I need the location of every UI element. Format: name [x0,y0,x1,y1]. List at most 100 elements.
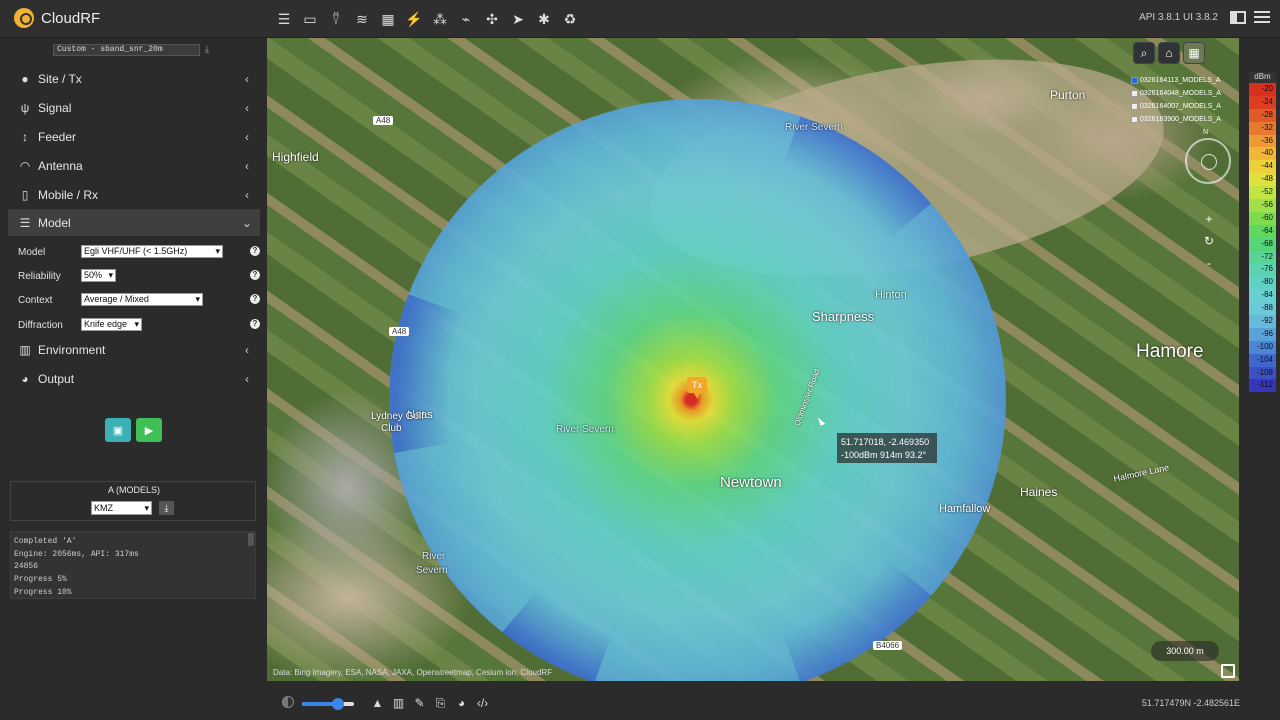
map-controls: ⌕ ⌂ ▦ ? [1133,42,1205,64]
legend-cell: -72 [1249,250,1276,264]
run-button[interactable]: ▶ [136,418,162,442]
basemap-picker-icon[interactable]: ▦ [1183,42,1205,64]
plane-icon[interactable]: ➤ [509,10,527,28]
layer-item[interactable]: 0326163900_MODELS_A [1131,113,1227,126]
api-version: API 3.8.1 UI 3.8.2 [1139,12,1218,23]
tower-icon[interactable]: ⍢ [327,10,345,28]
sidebar-item-antenna[interactable]: ◠ Antenna ‹ [0,152,265,179]
legend-cell: -100 [1249,340,1276,354]
fullscreen-icon[interactable] [1221,664,1235,678]
warning-icon[interactable]: ▲ [370,696,385,711]
road-badge-b4066: B4066 [873,641,903,650]
bolt-icon[interactable]: ⚡ [405,10,423,28]
zoom-out-icon[interactable]: - [1201,252,1217,274]
menu-icon[interactable]: ☰ [275,10,293,28]
map-label-newtown: Newtown [720,474,782,491]
sidebar-item-output[interactable]: ◕ Output ‹ [0,365,265,392]
model-select[interactable]: Egli VHF/UHF (< 1.5GHz) [81,245,223,258]
route-icon[interactable]: ⌁ [457,10,475,28]
compass-icon[interactable] [1185,138,1231,184]
sidebar-item-signal[interactable]: ψ Signal ‹ [0,94,265,121]
log-line: Engine: 2056ms, API: 317ms [14,549,139,559]
book-icon[interactable] [1230,11,1246,24]
checkbox-icon[interactable] [1131,103,1138,110]
code-icon[interactable]: ‹/› [475,696,490,711]
layer-item[interactable]: 0326164113_MODELS_A [1131,74,1227,87]
palette-icon[interactable]: ◕ [454,696,469,711]
slider-knob[interactable] [332,698,345,710]
sidebar-item-mobile-rx[interactable]: ▯ Mobile / Rx ‹ [0,181,265,208]
context-select[interactable]: Average / Mixed [81,293,203,306]
layer-name: 0326164113_MODELS_A [1140,77,1221,84]
checkbox-icon[interactable] [1131,116,1138,123]
map-view[interactable]: Highfield Purton River Severn Hinton Sha… [267,38,1239,681]
help-icon[interactable]: ? [250,270,260,280]
save-button[interactable]: ▣ [105,418,131,442]
sidebar-item-feeder[interactable]: ↕ Feeder ‹ [0,123,265,150]
legend-cell: -28 [1249,108,1276,122]
legend-cell: -20 [1249,83,1276,96]
checkbox-checked-icon[interactable] [1131,77,1138,84]
format-select[interactable]: KMZ [91,501,152,515]
diffraction-select[interactable]: Knife edge [81,318,142,331]
sidebar-item-site-tx[interactable]: ● Site / Tx ‹ [0,65,265,92]
checkbox-icon[interactable] [1131,90,1138,97]
help-icon[interactable]: ? [250,246,260,256]
search-icon[interactable]: ⌕ [1133,42,1155,64]
grid-icon[interactable]: ▦ [379,10,397,28]
reset-view-icon[interactable]: ↻ [1201,230,1217,252]
recycle-icon[interactable]: ♻ [561,10,579,28]
download-icon[interactable]: ⤓ [159,501,174,515]
zoom-in-icon[interactable]: + [1201,208,1217,230]
log-scrollbar[interactable] [248,533,254,546]
palette-icon: ◕ [21,371,29,386]
result-panel: A (MODELS) KMZ ⤓ [10,481,256,521]
model-label: Model [18,247,46,258]
file-export-icon[interactable]: ⎘ [433,696,448,711]
sidebar-item-model[interactable]: ☰ Model ⌄ [8,209,260,236]
sidebar: Custom - sband_snr_20m ⤓ ● Site / Tx ‹ ψ… [0,38,265,688]
pencil-icon[interactable]: ✎ [412,696,427,711]
satellite-icon[interactable]: ✱ [535,10,553,28]
preset-download-icon[interactable]: ⤓ [205,44,215,54]
tx-marker[interactable]: Tx [687,377,707,399]
cloudrf-logo-icon [14,8,34,28]
legend-cell: -44 [1249,160,1276,174]
building-icon[interactable]: ▥ [391,696,406,711]
legend-cell: -108 [1249,366,1276,380]
ruler-icon[interactable]: ▭ [301,10,319,28]
home-icon[interactable]: ⌂ [1158,42,1180,64]
help-icon[interactable]: ? [250,319,260,329]
contrast-icon[interactable] [282,696,294,708]
preset-select[interactable]: Custom - sband_snr_20m [53,44,200,56]
layer-item[interactable]: 0326164007_MODELS_A [1131,100,1227,113]
legend-cell: -96 [1249,327,1276,341]
map-label-hamore: Hamore [1136,341,1204,362]
map-label-club: Club [381,423,402,434]
sidebar-item-label: Feeder [38,129,77,144]
reliability-row: Reliability 50% ? [18,269,263,283]
chevron-left-icon: ‹ [245,158,249,173]
save-icon: ▣ [112,424,124,437]
signal-legend: dBm -20 -24 -28 -32 -36 -40 -44 -48 -52 -56 -60 -64… [1249,72,1276,393]
legend-cell: -24 [1249,95,1276,109]
sidebar-item-environment[interactable]: ▥ Environment ‹ [0,336,265,363]
network-icon[interactable]: ⁂ [431,10,449,28]
mesh-icon[interactable]: ✣ [483,10,501,28]
sidebar-item-label: Mobile / Rx [38,187,99,202]
legend-unit: dBm [1249,72,1276,83]
chevron-down-icon: ⌄ [241,215,252,230]
reliability-label: Reliability [18,271,61,282]
layer-item[interactable]: 0326164048_MODELS_A [1131,87,1227,100]
hamburger-menu-icon[interactable] [1254,11,1270,24]
layer-name: 0326164007_MODELS_A [1140,103,1221,110]
opacity-slider[interactable] [302,698,354,710]
legend-cell: -76 [1249,263,1276,277]
log-line: 24856 [14,562,39,572]
reliability-select[interactable]: 50% [81,269,116,282]
legend-cell: -84 [1249,289,1276,303]
chevron-left-icon: ‹ [245,100,249,115]
database-icon[interactable]: ≋ [353,10,371,28]
help-icon[interactable]: ? [250,294,260,304]
readout-signal: -100dBm 914m 93.2° [841,450,927,460]
